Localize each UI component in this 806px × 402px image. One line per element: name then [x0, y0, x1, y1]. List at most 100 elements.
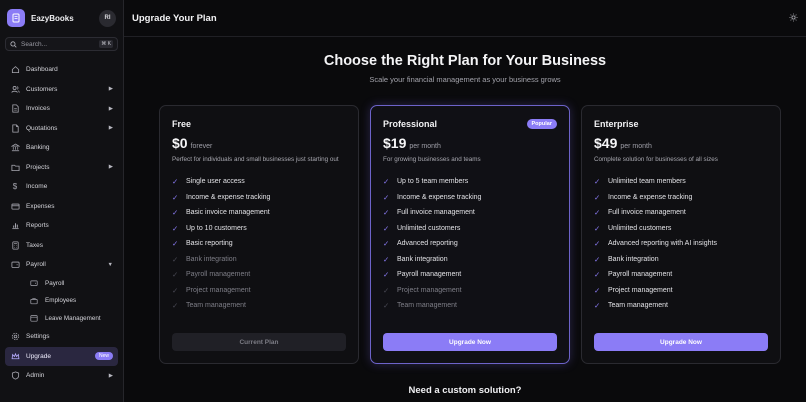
calculator-icon — [10, 240, 20, 250]
check-icon: ✓ — [172, 208, 179, 218]
feature-item-disabled: ✓ Bank integration — [172, 254, 237, 264]
sidebar-item-reports[interactable]: Reports — [5, 216, 118, 236]
search-placeholder: Search... — [21, 40, 48, 48]
sidebar-item-taxes[interactable]: Taxes — [5, 236, 118, 256]
feature-item: ✓ Payroll management — [594, 270, 673, 280]
card-icon — [10, 201, 20, 211]
feature-item: ✓ Advanced reporting — [383, 239, 458, 249]
feature-item-disabled: ✓ Team management — [172, 301, 246, 311]
plan-price: $19 — [383, 135, 407, 151]
plan-description: Complete solution for businesses of all … — [594, 156, 718, 163]
plan-card-professional: Professional Popular $19 per month For g… — [370, 105, 570, 364]
feature-list: ✓ Up to 5 team members ✓ Income & expense … — [383, 174, 557, 314]
sidebar-subitem-payroll[interactable]: Payroll — [5, 275, 118, 293]
check-icon: ✓ — [383, 285, 390, 295]
topbar: Upgrade Your Plan — [124, 0, 806, 37]
search-input[interactable]: Search... ⌘ K — [5, 37, 118, 51]
check-icon: ✓ — [172, 177, 179, 187]
sidebar-item-customers[interactable]: Customers ▶ — [5, 80, 118, 100]
feature-item: ✓ Income & expense tracking — [594, 192, 693, 202]
check-icon: ✓ — [594, 254, 601, 264]
plan-price: $49 — [594, 135, 618, 151]
crown-icon — [10, 351, 20, 361]
feature-item-disabled: ✓ Payroll management — [172, 270, 251, 280]
feature-item: ✓ Bank integration — [594, 254, 659, 264]
plan-period: forever — [190, 143, 213, 150]
plan-name: Enterprise — [594, 119, 639, 129]
check-icon: ✓ — [594, 301, 601, 311]
check-icon: ✓ — [172, 254, 179, 264]
feature-item-disabled: ✓ Project management — [383, 285, 462, 295]
sidebar-item-quotations[interactable]: Quotations ▶ — [5, 119, 118, 139]
sidebar-item-projects[interactable]: Projects ▶ — [5, 158, 118, 178]
sidebar-subitem-employees[interactable]: Employees — [5, 292, 118, 310]
check-icon: ✓ — [172, 301, 179, 311]
file-icon — [10, 104, 20, 114]
search-shortcut: ⌘ K — [99, 40, 113, 48]
hero-subtitle: Scale your financial management as your … — [369, 75, 561, 84]
sidebar-item-income[interactable]: $ Income — [5, 177, 118, 197]
check-icon: ✓ — [594, 270, 601, 280]
feature-item: ✓ Project management — [594, 285, 673, 295]
check-icon: ✓ — [383, 192, 390, 202]
plan-period: per month — [409, 143, 441, 150]
chevron-right-icon: ▶ — [108, 164, 113, 171]
sidebar: EazyBooks RI Search... ⌘ K Dashboard Cus… — [0, 0, 124, 402]
feature-item: ✓ Up to 10 customers — [172, 223, 247, 233]
sidebar-item-dashboard[interactable]: Dashboard — [5, 60, 118, 80]
check-icon: ✓ — [172, 270, 179, 280]
chevron-down-icon: ▼ — [107, 261, 113, 268]
briefcase-icon — [29, 296, 39, 306]
sidebar-nav: Dashboard Customers ▶ Invoices ▶ Quotati… — [5, 60, 118, 386]
upgrade-professional-button[interactable]: Upgrade Now — [383, 333, 557, 351]
hero-title: Choose the Right Plan for Your Business — [323, 53, 607, 69]
main-content: Upgrade Your Plan Choose the Right Plan … — [124, 0, 806, 402]
plan-price-row: $19 per month — [383, 135, 557, 151]
feature-item: ✓ Income & expense tracking — [172, 192, 271, 202]
plan-name: Free — [172, 119, 192, 129]
sidebar-item-banking[interactable]: Banking — [5, 138, 118, 158]
chevron-right-icon: ▶ — [108, 86, 113, 93]
feature-list: ✓ Single user access ✓ Income & expense tr… — [172, 174, 346, 314]
sidebar-item-admin[interactable]: Admin ▶ — [5, 366, 118, 386]
user-avatar[interactable]: RI — [99, 9, 116, 27]
check-icon: ✓ — [383, 177, 390, 187]
sidebar-item-payroll[interactable]: Payroll ▼ — [5, 255, 118, 275]
feature-item: ✓ Team management — [594, 301, 668, 311]
plan-price: $0 — [172, 135, 188, 151]
wallet-icon — [29, 278, 39, 288]
check-icon: ✓ — [383, 301, 390, 311]
users-icon — [10, 84, 20, 94]
sidebar-item-expenses[interactable]: Expenses — [5, 197, 118, 217]
feature-item: ✓ Advanced reporting with AI insights — [594, 239, 717, 249]
sidebar-item-upgrade[interactable]: Upgrade New — [5, 346, 118, 366]
plan-description: Perfect for individuals and small busine… — [172, 156, 339, 163]
book-icon — [7, 9, 25, 27]
chevron-right-icon: ▶ — [108, 105, 113, 112]
brand[interactable]: EazyBooks RI — [5, 6, 118, 30]
page-title: Upgrade Your Plan — [132, 12, 217, 24]
sidebar-item-settings[interactable]: Settings — [5, 327, 118, 347]
shield-icon — [10, 371, 20, 381]
sidebar-item-invoices[interactable]: Invoices ▶ — [5, 99, 118, 119]
calendar-icon — [29, 313, 39, 323]
plan-card-free: Free $0 forever Perfect for individuals … — [159, 105, 359, 364]
plan-card-enterprise: Enterprise $49 per month Complete soluti… — [581, 105, 781, 364]
sidebar-subitem-leave-management[interactable]: Leave Management — [5, 310, 118, 328]
new-badge: New — [94, 352, 113, 361]
check-icon: ✓ — [383, 239, 390, 249]
check-icon: ✓ — [172, 223, 179, 233]
gear-icon — [10, 332, 20, 342]
check-icon: ✓ — [383, 254, 390, 264]
home-icon — [10, 65, 20, 75]
check-icon: ✓ — [172, 285, 179, 295]
chevron-right-icon: ▶ — [108, 125, 113, 132]
sun-icon[interactable] — [789, 9, 798, 27]
custom-solution-heading: Need a custom solution? — [408, 385, 522, 396]
document-icon — [10, 123, 20, 133]
upgrade-enterprise-button[interactable]: Upgrade Now — [594, 333, 768, 351]
wallet-icon — [10, 260, 20, 270]
feature-item: ✓ Unlimited customers — [383, 223, 461, 233]
feature-item: ✓ Unlimited customers — [594, 223, 672, 233]
plan-price-row: $49 per month — [594, 135, 768, 151]
